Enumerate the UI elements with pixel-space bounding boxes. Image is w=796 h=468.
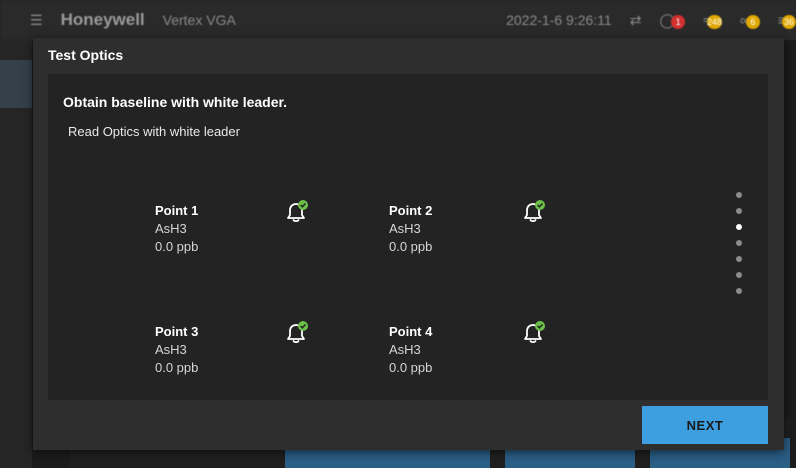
point-gas: AsH3 [389,221,421,236]
point-gas: AsH3 [389,342,421,357]
list-icon[interactable]: ≡36 [778,12,796,29]
menu-icon[interactable]: ☰ [30,12,43,29]
dialog-content: Obtain baseline with white leader. Read … [48,74,768,400]
side-nav [0,40,32,468]
bell-ok-icon [524,321,545,344]
page-dot[interactable] [736,240,742,246]
page-dot[interactable] [736,192,742,198]
key-badge: 6 [745,14,760,29]
point-gas: AsH3 [155,342,187,357]
point-name: Point 2 [389,203,433,218]
page-dot[interactable] [736,208,742,214]
point-name: Point 1 [155,203,199,218]
list-badge: 36 [782,14,796,29]
point-reading: 0.0 ppb [389,239,433,254]
point-reading: 0.0 ppb [389,360,433,375]
maintenance-badge: 248 [706,14,722,29]
datetime: 2022-1-6 9:26:11 [506,12,612,28]
bell-ok-icon [287,321,308,344]
key-icon[interactable]: ∞6 [740,12,760,29]
point-card-4: Point 4 AsH3 0.0 ppb [389,323,469,377]
alarm-badge: 1 [671,14,686,29]
page-dot[interactable] [736,288,742,294]
point-reading: 0.0 ppb [155,360,199,375]
brand-logo: Honeywell [60,10,145,29]
alarm-bell-icon[interactable]: ◯1 [659,12,686,29]
page-indicator[interactable] [736,192,744,304]
page-dot[interactable] [736,256,742,262]
point-reading: 0.0 ppb [155,239,199,254]
page-dot[interactable] [736,272,742,278]
bell-ok-icon [524,200,545,223]
point-name: Point 3 [155,324,199,339]
bell-ok-icon [287,200,308,223]
app-header: ☰ Honeywell Vertex VGA 2022-1-6 9:26:11 … [0,0,796,40]
side-nav-selected [0,60,32,108]
page-dot-active[interactable] [736,224,742,230]
tools-icon[interactable]: ≈248 [703,12,722,29]
point-card-1: Point 1 AsH3 0.0 ppb [155,202,235,256]
point-card-2: Point 2 AsH3 0.0 ppb [389,202,469,256]
step-instruction: Read Optics with white leader [68,124,240,139]
product-name: Vertex VGA [162,12,236,28]
point-gas: AsH3 [155,221,187,236]
point-card-3: Point 3 AsH3 0.0 ppb [155,323,235,377]
network-icon[interactable]: ⇄ [630,12,642,29]
step-heading: Obtain baseline with white leader. [63,94,288,110]
point-name: Point 4 [389,324,433,339]
dialog-title: Test Optics [48,47,124,63]
test-optics-dialog: Test Optics Obtain baseline with white l… [33,38,784,450]
next-button[interactable]: NEXT [642,406,768,444]
